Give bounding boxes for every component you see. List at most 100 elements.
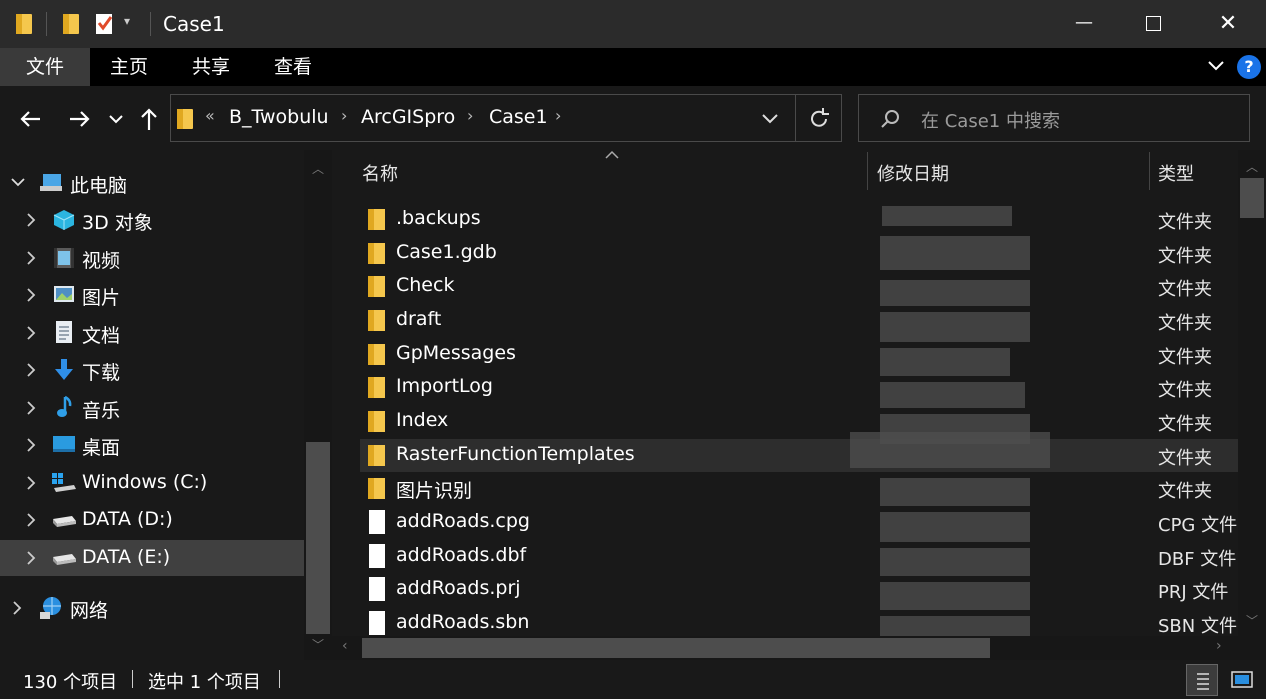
tab-view[interactable]: 查看	[252, 48, 334, 86]
chevron-right-icon[interactable]	[26, 325, 44, 343]
minimize-button[interactable]: —	[1062, 8, 1106, 40]
sort-ascending-icon	[605, 150, 619, 159]
item-count: 130 个项目	[23, 672, 118, 693]
nav-item-data-d[interactable]: DATA (D:)	[0, 502, 304, 538]
tab-home[interactable]: 主页	[88, 48, 170, 86]
breadcrumb-overflow[interactable]: «	[205, 106, 215, 125]
breadcrumb-separator-icon[interactable]: ›	[555, 106, 561, 125]
scroll-down-icon[interactable]: ﹀	[1246, 612, 1258, 629]
list-item[interactable]: .backups 文件夹	[360, 203, 1238, 236]
chevron-right-icon[interactable]	[26, 287, 44, 305]
breadcrumb-arcgispro[interactable]: ArcGISpro	[361, 106, 455, 128]
vertical-scrollbar[interactable]: ︿ ﹀	[1238, 150, 1266, 636]
file-name: Check	[396, 274, 455, 296]
chevron-right-icon[interactable]	[12, 600, 30, 618]
nav-item-documents[interactable]: 文档	[0, 315, 304, 351]
chevron-right-icon[interactable]	[26, 550, 44, 568]
nav-label: 网络	[70, 600, 109, 622]
vertical-scroll-thumb[interactable]	[1240, 178, 1264, 218]
nav-item-downloads[interactable]: 下载	[0, 352, 304, 388]
scroll-up-icon[interactable]: ︿	[312, 160, 324, 177]
address-dropdown-icon[interactable]	[761, 112, 779, 126]
nav-scrollbar[interactable]: ︿ ﹀	[304, 150, 332, 660]
breadcrumb-case1[interactable]: Case1	[489, 106, 548, 128]
column-header-type[interactable]: 类型	[1158, 160, 1194, 186]
breadcrumb-separator-icon[interactable]: ›	[467, 106, 473, 125]
quick-access-folder-icon[interactable]	[60, 13, 82, 35]
folder-icon	[177, 109, 193, 129]
horizontal-scroll-thumb[interactable]	[362, 638, 990, 658]
nav-item-desktop[interactable]: 桌面	[0, 427, 304, 463]
list-item[interactable]: Index 文件夹	[360, 405, 1238, 438]
large-icons-view-icon	[1231, 671, 1253, 688]
nav-item-pictures[interactable]: 图片	[0, 277, 304, 313]
nav-item-this-pc[interactable]: 此电脑	[0, 165, 304, 201]
address-bar[interactable]: « B_Twobulu › ArcGISpro › Case1 ›	[170, 94, 842, 142]
tab-file[interactable]: 文件	[0, 48, 90, 86]
up-icon[interactable]	[138, 106, 160, 132]
chevron-right-icon[interactable]	[26, 362, 44, 380]
folder-icon	[368, 243, 385, 264]
file-type: 文件夹	[1158, 380, 1212, 401]
list-item[interactable]: addRoads.sbn SBN 文件	[360, 607, 1238, 636]
horizontal-scrollbar[interactable]: ‹ ›	[332, 636, 1238, 660]
refresh-icon[interactable]	[807, 107, 831, 131]
chevron-right-icon[interactable]	[26, 400, 44, 418]
divider	[279, 670, 280, 688]
list-item[interactable]: addRoads.cpg CPG 文件	[360, 506, 1238, 539]
close-button[interactable]: ✕	[1208, 6, 1248, 42]
scroll-right-icon[interactable]: ›	[1216, 638, 1222, 654]
file-type: 文件夹	[1158, 313, 1212, 334]
file-type: DBF 文件	[1158, 549, 1237, 570]
list-item[interactable]: draft 文件夹	[360, 304, 1238, 337]
nav-item-network[interactable]: 网络	[0, 590, 304, 626]
nav-item-3d-objects[interactable]: 3D 对象	[0, 202, 304, 238]
list-item[interactable]: ImportLog 文件夹	[360, 371, 1238, 404]
recent-locations-icon[interactable]	[108, 112, 124, 126]
list-item[interactable]: 图片识别 文件夹	[360, 472, 1238, 505]
file-type: 文件夹	[1158, 448, 1212, 469]
list-item[interactable]: Check 文件夹	[360, 270, 1238, 303]
column-divider[interactable]	[867, 152, 868, 190]
properties-icon[interactable]	[94, 12, 116, 36]
expand-ribbon-icon[interactable]	[1206, 58, 1226, 74]
nav-item-music[interactable]: 音乐	[0, 390, 304, 426]
large-icons-view-button[interactable]	[1226, 664, 1258, 696]
breadcrumb-separator-icon[interactable]: ›	[341, 106, 347, 125]
back-icon[interactable]	[18, 108, 44, 130]
chevron-right-icon[interactable]	[26, 512, 44, 530]
details-view-button[interactable]	[1186, 664, 1218, 696]
list-item[interactable]: Case1.gdb 文件夹	[360, 237, 1238, 270]
chevron-right-icon[interactable]	[26, 212, 44, 230]
column-divider[interactable]	[1149, 152, 1150, 190]
forward-icon[interactable]	[66, 108, 92, 130]
maximize-button[interactable]	[1136, 7, 1170, 41]
divider	[150, 12, 151, 36]
scroll-up-icon[interactable]: ︿	[1246, 158, 1258, 175]
search-box[interactable]: 在 Case1 中搜索	[858, 94, 1250, 142]
scroll-left-icon[interactable]: ‹	[342, 638, 348, 654]
computer-icon	[40, 174, 62, 191]
list-item[interactable]: RasterFunctionTemplates 文件夹	[360, 439, 1238, 472]
column-header-name[interactable]: 名称	[362, 160, 398, 186]
list-item[interactable]: addRoads.prj PRJ 文件	[360, 573, 1238, 606]
chevron-right-icon[interactable]	[26, 250, 44, 268]
chevron-right-icon[interactable]	[26, 437, 44, 455]
nav-scroll-thumb[interactable]	[306, 442, 330, 634]
help-button[interactable]: ?	[1237, 55, 1261, 79]
list-item[interactable]: GpMessages 文件夹	[360, 338, 1238, 371]
breadcrumb-b-twobulu[interactable]: B_Twobulu	[229, 106, 329, 128]
scroll-down-icon[interactable]: ﹀	[312, 636, 324, 653]
chevron-down-icon[interactable]	[10, 177, 28, 195]
nav-item-data-e[interactable]: DATA (E:)	[0, 540, 304, 576]
list-item[interactable]: addRoads.dbf DBF 文件	[360, 540, 1238, 573]
customize-quick-access-icon[interactable]: ▾	[124, 14, 130, 28]
nav-item-windows-c[interactable]: Windows (C:)	[0, 465, 304, 501]
file-type: 文件夹	[1158, 481, 1212, 502]
file-name: .backups	[396, 207, 481, 229]
nav-item-videos[interactable]: 视频	[0, 240, 304, 276]
chevron-right-icon[interactable]	[26, 475, 44, 493]
tab-share[interactable]: 共享	[170, 48, 252, 86]
column-header-modified[interactable]: 修改日期	[877, 160, 949, 186]
file-type: 文件夹	[1158, 246, 1212, 267]
